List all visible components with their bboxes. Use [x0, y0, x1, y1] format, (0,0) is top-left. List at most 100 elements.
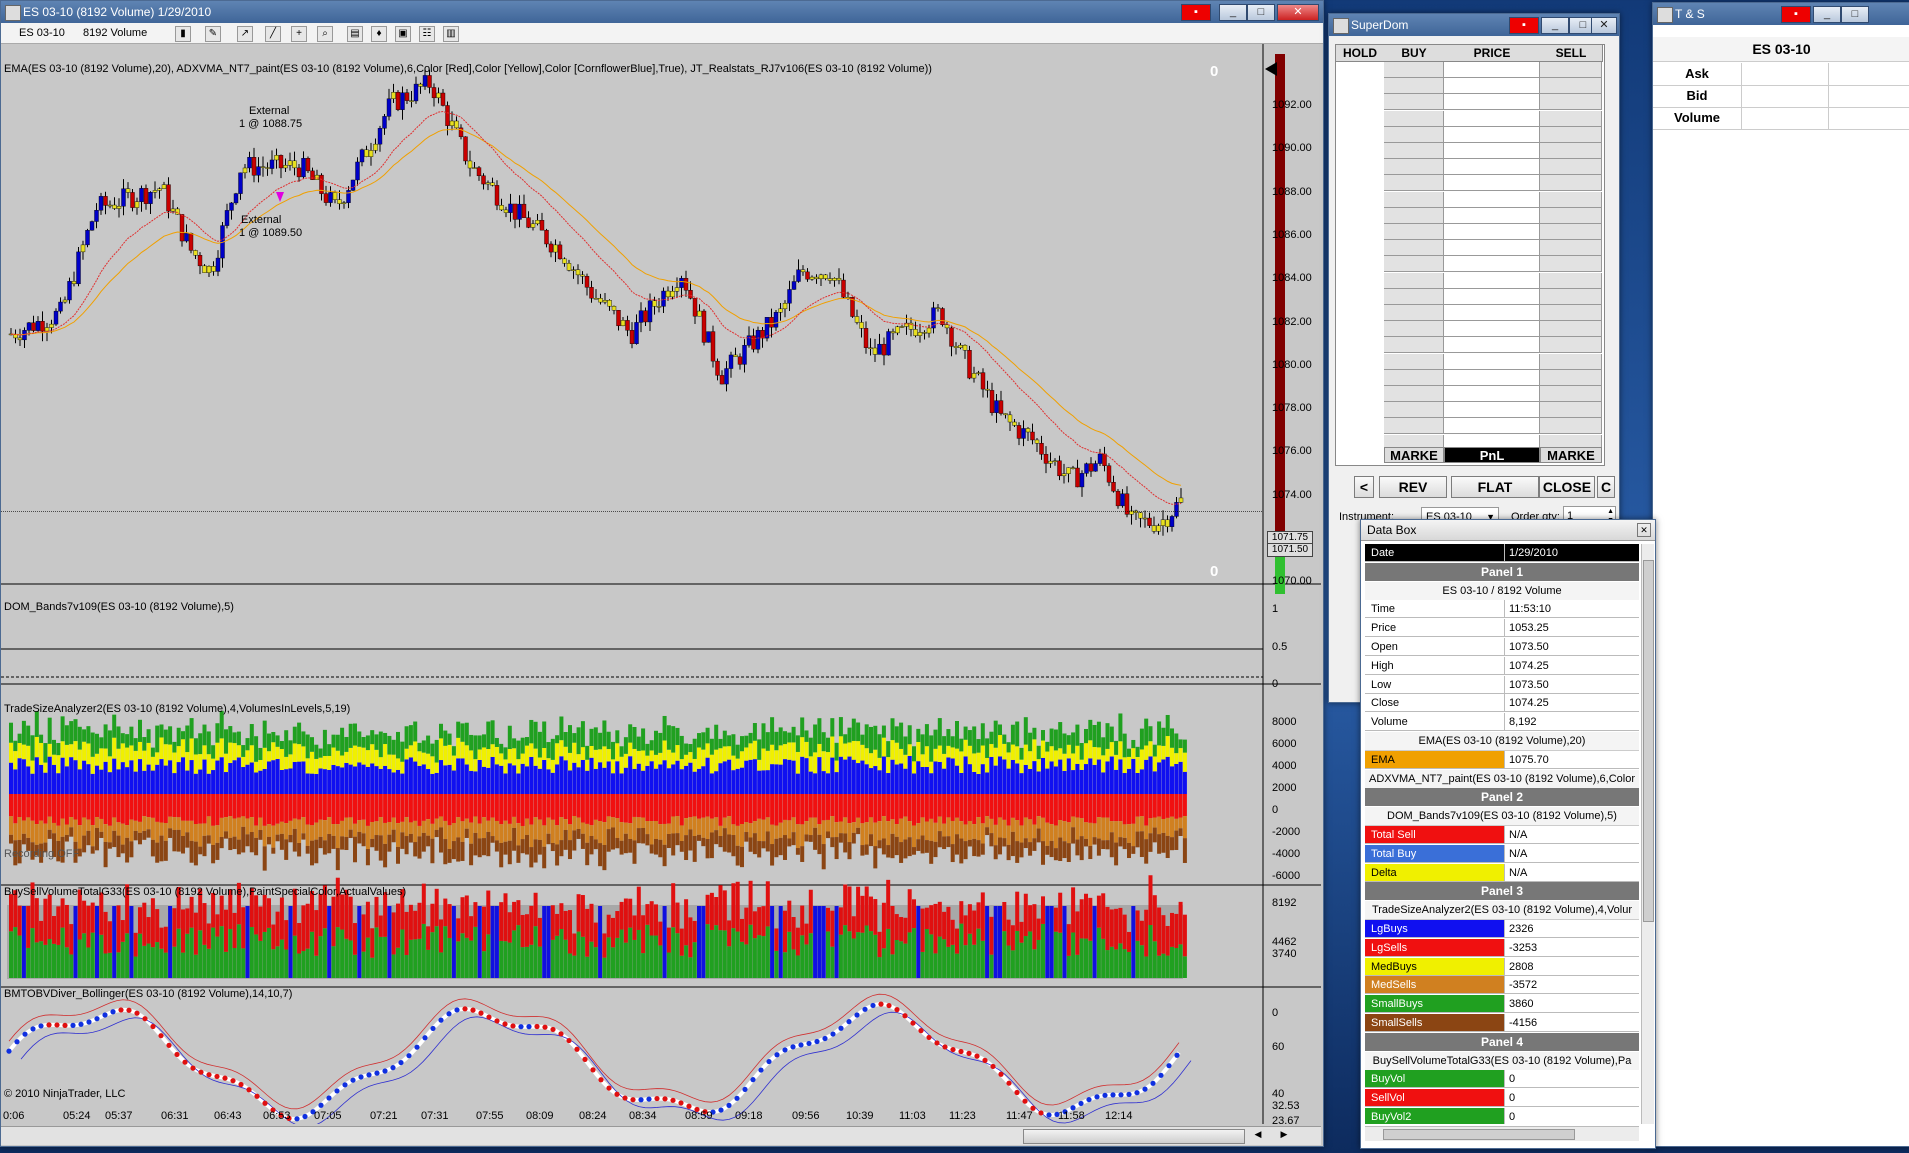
ladder-cell[interactable] — [1444, 386, 1540, 402]
ladder-cell[interactable] — [1384, 207, 1444, 224]
ts-maximize-button[interactable]: □ — [1841, 6, 1869, 23]
data-box-hscroll-thumb[interactable] — [1383, 1129, 1575, 1140]
ladder-cell[interactable] — [1384, 305, 1444, 321]
scroll-left-button[interactable]: < — [1354, 476, 1374, 498]
ladder-cell[interactable] — [1540, 256, 1602, 273]
ladder-cell[interactable] — [1540, 159, 1602, 176]
ladder-cell[interactable] — [1540, 78, 1602, 95]
ladder-cell[interactable] — [1444, 175, 1540, 192]
ladder-cell[interactable] — [1444, 272, 1540, 289]
ladder-cell[interactable] — [1444, 337, 1540, 354]
crosshair-icon[interactable]: + — [291, 26, 307, 42]
ladder-cell[interactable] — [1384, 159, 1444, 176]
ladder-cell[interactable] — [1384, 418, 1444, 435]
ladder-cell[interactable] — [1444, 321, 1540, 338]
ladder-cell[interactable] — [1540, 175, 1602, 192]
ladder-cell[interactable] — [1540, 402, 1602, 419]
ladder-cell[interactable] — [1540, 321, 1602, 338]
ladder-cell[interactable] — [1384, 321, 1444, 338]
ladder-cell[interactable] — [1444, 288, 1540, 305]
superdom-link-button[interactable]: ▪ — [1509, 17, 1539, 34]
market-order-button[interactable]: MARKE — [1540, 447, 1602, 463]
ladder-cell[interactable] — [1384, 386, 1444, 402]
ladder-cell[interactable] — [1444, 240, 1540, 257]
draw-tool-icon[interactable]: ↗ — [237, 26, 253, 42]
superdom-minimize-button[interactable]: _ — [1541, 17, 1569, 34]
ladder-cell[interactable] — [1444, 207, 1540, 224]
ladder-cell[interactable] — [1540, 207, 1602, 224]
ladder-cell[interactable] — [1384, 256, 1444, 273]
ladder-cell[interactable] — [1384, 369, 1444, 386]
ladder-cell[interactable] — [1384, 62, 1444, 78]
ladder-cell[interactable] — [1540, 191, 1602, 208]
ladder-cell[interactable] — [1540, 110, 1602, 127]
ladder-cell[interactable] — [1444, 224, 1540, 240]
ladder-cell[interactable] — [1384, 175, 1444, 192]
ladder-cell[interactable] — [1444, 402, 1540, 419]
scroll-left-icon[interactable]: ◀ — [1251, 1129, 1265, 1142]
ts-minimize-button[interactable]: _ — [1813, 6, 1841, 23]
ladder-cell[interactable] — [1540, 94, 1602, 111]
line-icon[interactable]: ╱ — [265, 26, 281, 42]
ladder-cell[interactable] — [1384, 353, 1444, 370]
maximize-button[interactable]: □ — [1247, 4, 1275, 21]
data-box-vscroll-thumb[interactable] — [1643, 560, 1654, 922]
ladder-cell[interactable] — [1384, 337, 1444, 354]
minimize-button[interactable]: _ — [1219, 4, 1247, 21]
ladder-cell[interactable] — [1384, 272, 1444, 289]
close-position-button[interactable]: CLOSE — [1539, 476, 1595, 498]
ladder-cell[interactable] — [1444, 191, 1540, 208]
period-selector[interactable]: 8192 Volume — [83, 25, 147, 41]
ladder-cell[interactable] — [1384, 240, 1444, 257]
properties-icon[interactable]: ▤ — [347, 26, 363, 42]
strategy-icon[interactable]: ♦ — [371, 26, 387, 42]
ladder-cell[interactable] — [1540, 353, 1602, 370]
ladder-cell[interactable] — [1540, 386, 1602, 402]
ladder-cell[interactable] — [1540, 272, 1602, 289]
ladder-cell[interactable] — [1540, 369, 1602, 386]
ladder-cell[interactable] — [1540, 224, 1602, 240]
order-icon[interactable]: ▥ — [443, 26, 459, 42]
ladder-cell[interactable] — [1444, 143, 1540, 159]
ladder-cell[interactable] — [1384, 402, 1444, 419]
data-box-hscroll[interactable] — [1365, 1126, 1639, 1141]
ladder-cell[interactable] — [1384, 126, 1444, 143]
ladder-cell[interactable] — [1540, 126, 1602, 143]
cancel-button[interactable]: C — [1597, 476, 1615, 498]
ladder-cell[interactable] — [1444, 159, 1540, 176]
ladder-cell[interactable] — [1384, 191, 1444, 208]
ladder-cell[interactable] — [1444, 305, 1540, 321]
close-button[interactable]: ✕ — [1277, 4, 1319, 21]
ladder-cell[interactable] — [1444, 110, 1540, 127]
market-order-button[interactable]: MARKE — [1384, 447, 1444, 463]
ladder-cell[interactable] — [1384, 78, 1444, 95]
ladder-cell[interactable] — [1444, 126, 1540, 143]
ladder-cell[interactable] — [1540, 288, 1602, 305]
ladder-cell[interactable] — [1540, 305, 1602, 321]
ts-link-button[interactable]: ▪ — [1781, 6, 1811, 23]
data-box-icon[interactable]: ☷ — [419, 26, 435, 42]
ladder-cell[interactable] — [1444, 353, 1540, 370]
horizontal-scrollbar[interactable]: ◀ ▶ — [1, 1126, 1321, 1145]
ladder-cell[interactable] — [1540, 337, 1602, 354]
pencil-icon[interactable]: ✎ — [205, 26, 221, 42]
image-icon[interactable]: ▣ — [395, 26, 411, 42]
ladder-cell[interactable] — [1444, 256, 1540, 273]
ladder-cell[interactable] — [1384, 288, 1444, 305]
link-button[interactable]: ▪ — [1181, 4, 1211, 21]
ladder-cell[interactable] — [1540, 143, 1602, 159]
ladder-cell[interactable] — [1444, 94, 1540, 111]
reverse-button[interactable]: REV — [1379, 476, 1447, 498]
data-box-vscroll[interactable] — [1641, 544, 1654, 1124]
ladder-cell[interactable] — [1444, 62, 1540, 78]
ladder-cell[interactable] — [1540, 62, 1602, 78]
ladder-cell[interactable] — [1540, 418, 1602, 435]
ladder-cell[interactable] — [1444, 369, 1540, 386]
zoom-icon[interactable]: ⌕ — [317, 26, 333, 42]
price-ladder[interactable]: HOLD BUY PRICE SELL MARKE PnL MARKE — [1335, 44, 1605, 466]
instrument-selector[interactable]: ES 03-10 — [19, 25, 65, 41]
ladder-cell[interactable] — [1444, 78, 1540, 95]
ladder-cell[interactable] — [1384, 94, 1444, 111]
ladder-cell[interactable] — [1444, 418, 1540, 435]
ladder-cell[interactable] — [1384, 110, 1444, 127]
